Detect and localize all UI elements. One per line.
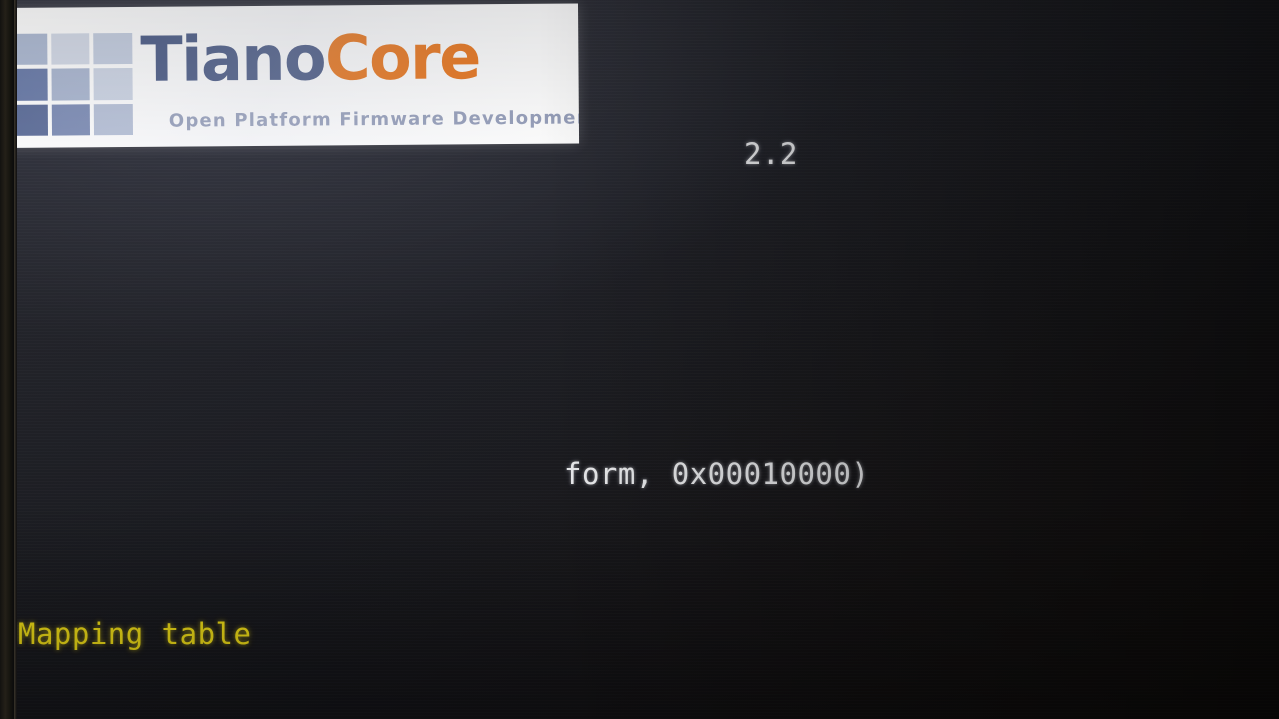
- tianocore-wordmark: TianoCore: [140, 20, 481, 96]
- logo-square-4: [51, 68, 91, 101]
- wordmark-core: Core: [324, 20, 481, 95]
- logo-square-5: [93, 68, 133, 100]
- logo-square-7: [51, 103, 91, 136]
- tianocore-logo-bmp: TianoCore Open Platform Firmware Develop…: [0, 3, 580, 148]
- banner-platform-text: form, 0x00010000): [564, 457, 870, 491]
- monitor-photo: 2.2 form, 0x00010000) Mapping table FS0:…: [0, 0, 1279, 719]
- console-line-banner-platform: form, 0x00010000): [18, 454, 1279, 494]
- console-line-blank-1: [18, 294, 1279, 334]
- console-line-mapping-title: Mapping table: [18, 614, 1279, 654]
- monitor-bezel-edge: [14, 0, 17, 719]
- banner-version-text: 2.2: [744, 137, 798, 171]
- monitor-bezel-left: [0, 0, 14, 719]
- tianocore-tagline: Open Platform Firmware Development: [168, 107, 580, 132]
- logo-square-2: [93, 32, 133, 65]
- tianocore-logo-squares-icon: [8, 32, 134, 136]
- mapping-table-title: Mapping table: [18, 617, 252, 651]
- logo-square-8: [94, 103, 134, 136]
- logo-square-1: [50, 33, 90, 65]
- wordmark-tiano: Tiano: [140, 21, 326, 96]
